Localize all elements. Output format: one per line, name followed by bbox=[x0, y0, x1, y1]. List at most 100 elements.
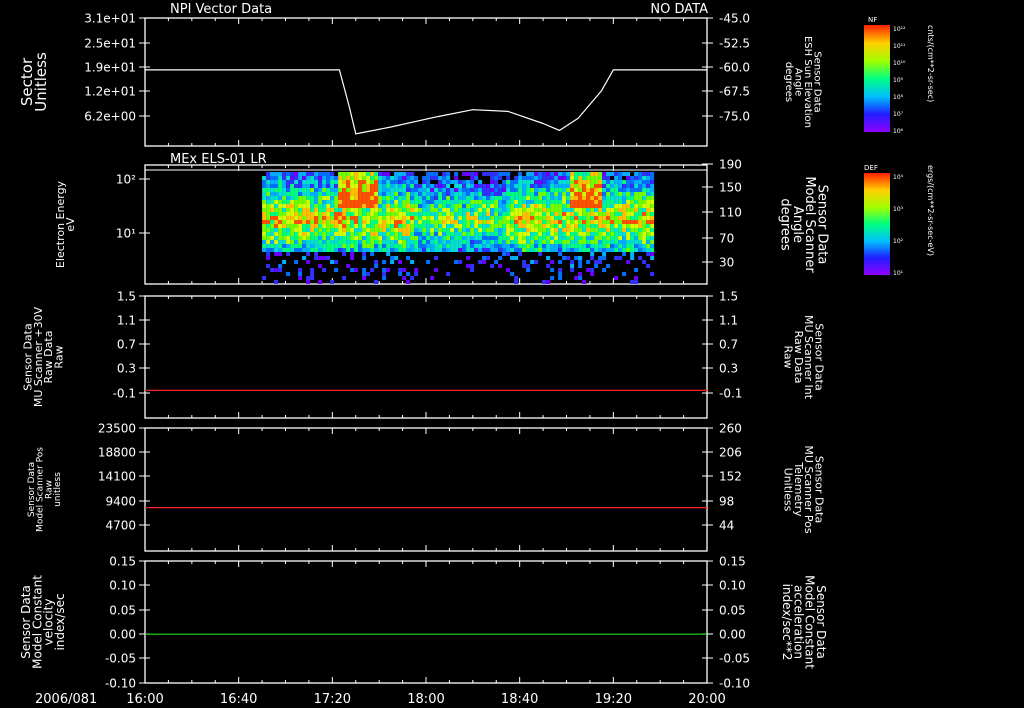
spectrogram-cell bbox=[634, 192, 639, 196]
spectrogram-cell bbox=[486, 172, 491, 176]
spectrogram-cell bbox=[426, 204, 431, 208]
spectrogram-cell bbox=[394, 232, 399, 236]
spectrogram-cell bbox=[462, 204, 467, 208]
spectrogram-cell bbox=[538, 200, 543, 204]
spectrogram-cell bbox=[586, 216, 591, 220]
spectrogram-cell bbox=[566, 224, 571, 228]
spectrogram-cell bbox=[370, 224, 375, 228]
spectrogram-cell bbox=[362, 188, 367, 192]
spectrogram-cell bbox=[458, 244, 463, 248]
spectrogram-cell bbox=[574, 184, 579, 188]
spectrogram-cell bbox=[594, 240, 599, 244]
spectrogram-cell bbox=[286, 232, 291, 236]
spectrogram-cell bbox=[534, 220, 539, 224]
spectrogram-cell bbox=[622, 180, 627, 184]
spectrogram-cell bbox=[490, 232, 495, 236]
spectrogram-cell bbox=[334, 236, 339, 240]
spectrogram-cell bbox=[282, 204, 287, 208]
spectrogram-cell bbox=[474, 208, 479, 212]
spectrogram-cell bbox=[618, 236, 623, 240]
spectrogram-cell bbox=[606, 236, 611, 240]
spectrogram-cell bbox=[286, 200, 291, 204]
spectrogram-cell bbox=[366, 272, 371, 276]
spectrogram-cell bbox=[554, 248, 559, 252]
spectrogram-cell bbox=[278, 176, 283, 180]
spectrogram-cell bbox=[298, 228, 303, 232]
spectrogram-cell bbox=[462, 232, 467, 236]
spectrogram-cell bbox=[502, 228, 507, 232]
spectrogram-cell bbox=[406, 172, 411, 176]
spectrogram-cell bbox=[354, 180, 359, 184]
spectrogram-cell bbox=[286, 236, 291, 240]
spectrogram-cell bbox=[638, 256, 643, 260]
spectrogram-cell bbox=[262, 276, 267, 280]
spectrogram-cell bbox=[498, 184, 503, 188]
spectrogram-cell bbox=[650, 180, 655, 184]
spectrogram-cell bbox=[326, 232, 331, 236]
spectrogram-cell bbox=[406, 180, 411, 184]
spectrogram-cell bbox=[334, 216, 339, 220]
spectrogram-cell bbox=[370, 268, 375, 272]
spectrogram-cell bbox=[302, 176, 307, 180]
spectrogram-cell bbox=[542, 220, 547, 224]
spectrogram-cell bbox=[330, 184, 335, 188]
spectrogram-cell bbox=[602, 236, 607, 240]
spectrogram-cell bbox=[558, 244, 563, 248]
spectrogram-cell bbox=[262, 212, 267, 216]
spectrogram-cell bbox=[630, 252, 635, 256]
spectrogram-cell bbox=[290, 196, 295, 200]
spectrogram-cell bbox=[266, 228, 271, 232]
spectrogram-cell bbox=[550, 276, 555, 280]
spectrogram-cell bbox=[382, 232, 387, 236]
spectrogram-cell bbox=[442, 188, 447, 192]
spectrogram-cell bbox=[406, 212, 411, 216]
spectrogram-cell bbox=[498, 172, 503, 176]
spectrogram-cell bbox=[574, 224, 579, 228]
spectrogram-cell bbox=[386, 192, 391, 196]
spectrogram-cell bbox=[482, 248, 487, 252]
spectrogram-cell bbox=[562, 192, 567, 196]
spectrogram-cell bbox=[338, 172, 343, 176]
spectrogram-cell bbox=[362, 208, 367, 212]
spectrogram-cell bbox=[398, 192, 403, 196]
spectrogram-cell bbox=[414, 196, 419, 200]
spectrogram-cell bbox=[418, 196, 423, 200]
spectrogram-cell bbox=[406, 280, 411, 284]
spectrogram-cell bbox=[390, 200, 395, 204]
spectrogram-cell bbox=[646, 172, 651, 176]
spectrogram-cell bbox=[362, 172, 367, 176]
spectrogram-cell bbox=[482, 232, 487, 236]
spectrogram-cell bbox=[266, 212, 271, 216]
spectrogram-cell bbox=[398, 228, 403, 232]
spectrogram-cell bbox=[598, 220, 603, 224]
spectrogram-cell bbox=[346, 212, 351, 216]
spectrogram-cell bbox=[266, 216, 271, 220]
spectrogram-cell bbox=[318, 196, 323, 200]
spectrogram-cell bbox=[294, 232, 299, 236]
spectrogram-cell bbox=[522, 196, 527, 200]
spectrogram-cell bbox=[562, 212, 567, 216]
spectrogram-cell bbox=[606, 224, 611, 228]
spectrogram-cell bbox=[494, 172, 499, 176]
spectrogram-cell bbox=[274, 220, 279, 224]
spectrogram-cell bbox=[606, 196, 611, 200]
colorbar-tick-label: 10⁷ bbox=[893, 111, 904, 118]
spectrogram-cell bbox=[546, 220, 551, 224]
spectrogram-cell bbox=[510, 228, 515, 232]
spectrogram-cell bbox=[566, 240, 571, 244]
spectrogram-cell bbox=[502, 180, 507, 184]
spectrogram-cell bbox=[310, 248, 315, 252]
spectrogram-cell bbox=[262, 184, 267, 188]
spectrogram-cell bbox=[302, 192, 307, 196]
left-tick-label: 10¹ bbox=[116, 227, 136, 241]
spectrogram-cell bbox=[498, 264, 503, 268]
spectrogram-cell bbox=[646, 224, 651, 228]
spectrogram-cell bbox=[518, 220, 523, 224]
spectrogram-cell bbox=[574, 248, 579, 252]
spectrogram-cell bbox=[578, 264, 583, 268]
spectrogram-cell bbox=[602, 220, 607, 224]
colorbar-tick-label: 10⁸ bbox=[893, 94, 904, 101]
spectrogram-cell bbox=[638, 224, 643, 228]
spectrogram-cell bbox=[286, 220, 291, 224]
spectrogram-cell bbox=[490, 196, 495, 200]
